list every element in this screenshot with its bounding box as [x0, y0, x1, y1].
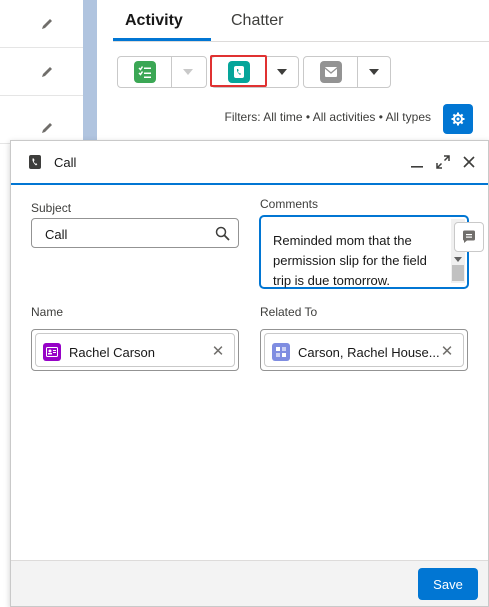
subject-value: Call	[45, 227, 68, 242]
new-task-action	[117, 56, 207, 88]
expand-button[interactable]	[432, 151, 454, 173]
list-row	[0, 0, 83, 48]
gear-icon	[451, 112, 465, 126]
modal-header: Call	[11, 141, 488, 185]
new-task-button[interactable]	[118, 57, 172, 87]
edit-pencil-icon[interactable]	[39, 64, 55, 80]
name-pill-label: Rachel Carson	[69, 345, 155, 360]
subject-input[interactable]: Call	[31, 218, 239, 248]
close-icon	[463, 156, 475, 168]
log-call-modal: Call Subject Call Comments Reminded mom …	[10, 140, 489, 607]
comment-icon	[463, 230, 475, 243]
tab-activity[interactable]: Activity	[125, 12, 183, 30]
close-button[interactable]	[458, 151, 480, 173]
comments-value: Reminded mom that the permission slip fo…	[273, 233, 427, 288]
task-dropdown-button[interactable]	[172, 57, 204, 87]
activity-filters[interactable]: Filters: All time • All activities • All…	[225, 110, 431, 124]
related-to-pill-label: Carson, Rachel House...	[298, 345, 440, 360]
save-button[interactable]: Save	[418, 568, 478, 600]
minimize-button[interactable]	[406, 151, 428, 173]
name-lookup: Rachel Carson ✕	[31, 329, 239, 371]
call-dropdown-button[interactable]	[266, 57, 298, 87]
search-icon	[215, 226, 230, 241]
list-row	[0, 48, 83, 96]
minimize-icon	[411, 166, 423, 168]
log-call-button[interactable]	[212, 57, 266, 87]
modal-title: Call	[54, 155, 77, 170]
contact-icon	[43, 343, 61, 361]
call-icon	[227, 61, 250, 83]
email-action	[303, 56, 391, 88]
remove-related-icon[interactable]: ✕	[439, 343, 455, 360]
call-icon	[27, 154, 43, 170]
expand-icon	[436, 155, 450, 169]
related-to-label: Related To	[260, 305, 318, 319]
edit-pencil-icon[interactable]	[39, 16, 55, 32]
email-dropdown-button[interactable]	[358, 57, 390, 87]
scroll-down-arrow-icon[interactable]	[454, 257, 462, 262]
activity-tabs: Activity Chatter	[113, 0, 489, 42]
comment-bubble-button[interactable]	[454, 222, 484, 252]
email-button[interactable]	[304, 57, 358, 87]
tab-chatter[interactable]: Chatter	[231, 12, 283, 30]
comments-textarea[interactable]: Reminded mom that the permission slip fo…	[260, 216, 468, 288]
modal-footer: Save	[11, 560, 488, 606]
email-icon	[319, 61, 342, 83]
task-icon	[133, 61, 156, 83]
related-to-pill[interactable]: Carson, Rachel House... ✕	[264, 333, 464, 367]
log-call-action	[211, 56, 299, 88]
comments-label: Comments	[260, 197, 319, 211]
edit-pencil-icon[interactable]	[39, 120, 55, 136]
scroll-thumb[interactable]	[452, 265, 464, 281]
subject-label: Subject	[31, 201, 72, 215]
name-label: Name	[31, 305, 64, 319]
remove-name-icon[interactable]: ✕	[210, 343, 226, 360]
active-tab-indicator	[113, 38, 211, 41]
household-icon	[272, 343, 290, 361]
related-to-lookup: Carson, Rachel House... ✕	[260, 329, 468, 371]
name-pill[interactable]: Rachel Carson ✕	[35, 333, 235, 367]
activity-panel: Activity Chatter Filters: All time • All…	[97, 0, 489, 140]
filter-settings-button[interactable]	[443, 104, 473, 134]
list-row	[0, 96, 83, 144]
